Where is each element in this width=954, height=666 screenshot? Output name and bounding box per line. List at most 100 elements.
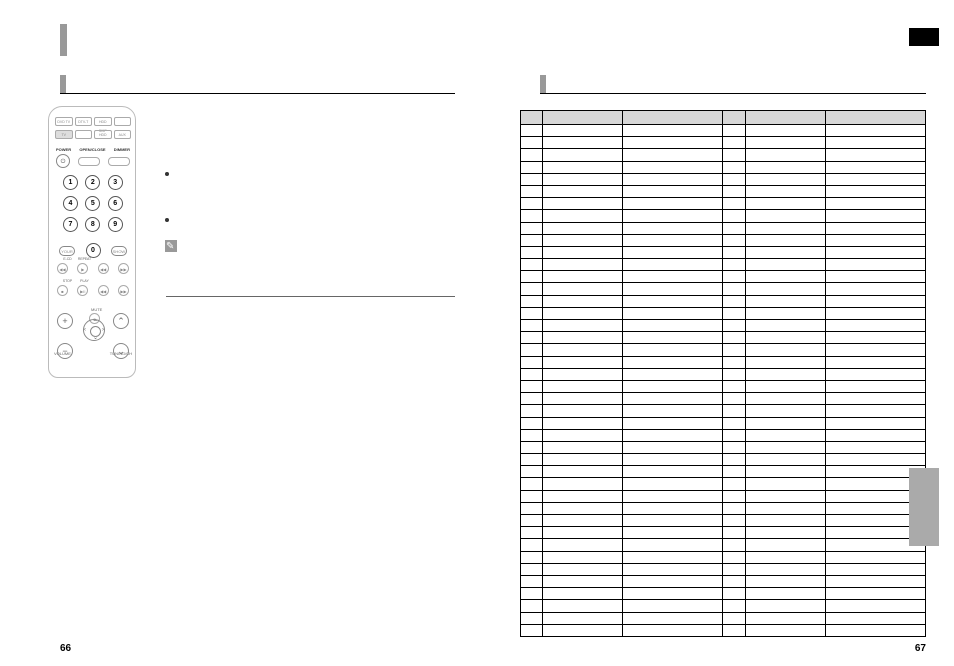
table-cell bbox=[745, 234, 825, 246]
table-cell bbox=[543, 125, 623, 137]
table-cell bbox=[623, 344, 723, 356]
bullet-dot-icon bbox=[165, 172, 169, 176]
table-cell bbox=[623, 356, 723, 368]
table-row bbox=[521, 380, 926, 392]
table-cell bbox=[521, 454, 543, 466]
table-cell bbox=[825, 173, 925, 185]
table-cell bbox=[543, 624, 623, 636]
table-cell bbox=[623, 612, 723, 624]
table-cell bbox=[623, 515, 723, 527]
ch-up-icon: ⌃ bbox=[113, 313, 129, 329]
table-cell bbox=[543, 210, 623, 222]
remote-top-row-1: DVD TV DTV-T HDD SKIP bbox=[55, 117, 131, 126]
table-cell bbox=[745, 502, 825, 514]
table-cell bbox=[723, 210, 745, 222]
table-cell bbox=[521, 551, 543, 563]
note-icon bbox=[165, 240, 177, 252]
table-cell bbox=[745, 149, 825, 161]
table-cell bbox=[825, 222, 925, 234]
th-brand-2 bbox=[745, 111, 825, 125]
table-cell bbox=[825, 344, 925, 356]
table-cell bbox=[723, 429, 745, 441]
table-cell bbox=[825, 125, 925, 137]
table-row bbox=[521, 539, 926, 551]
table-cell bbox=[623, 283, 723, 295]
table-cell bbox=[521, 502, 543, 514]
table-cell bbox=[745, 380, 825, 392]
table-cell bbox=[521, 405, 543, 417]
table-cell bbox=[745, 515, 825, 527]
table-cell bbox=[723, 149, 745, 161]
table-cell bbox=[521, 466, 543, 478]
table-cell bbox=[723, 600, 745, 612]
table-cell bbox=[745, 405, 825, 417]
table-row bbox=[521, 320, 926, 332]
table-cell bbox=[723, 246, 745, 258]
num-8: 8 bbox=[85, 217, 100, 232]
table-row bbox=[521, 588, 926, 600]
table-cell bbox=[723, 441, 745, 453]
remote-numpad: 1 2 3 4 5 6 7 8 9 bbox=[63, 175, 123, 232]
table-cell bbox=[623, 575, 723, 587]
table-cell bbox=[723, 551, 745, 563]
table-cell bbox=[745, 259, 825, 271]
power-label: POWER bbox=[56, 147, 71, 152]
table-cell bbox=[543, 612, 623, 624]
right-section-rule bbox=[540, 93, 926, 94]
table-cell bbox=[745, 210, 825, 222]
table-cell bbox=[723, 527, 745, 539]
table-row bbox=[521, 210, 926, 222]
table-cell bbox=[723, 137, 745, 149]
table-cell bbox=[623, 259, 723, 271]
th-no-1 bbox=[521, 111, 543, 125]
th-no-2 bbox=[723, 111, 745, 125]
table-cell bbox=[745, 198, 825, 210]
remote-zero-row: YOUR 0 SHOW bbox=[59, 243, 127, 258]
table-cell bbox=[825, 307, 925, 319]
table-cell bbox=[745, 429, 825, 441]
table-cell bbox=[825, 441, 925, 453]
table-cell bbox=[623, 502, 723, 514]
table-cell bbox=[623, 295, 723, 307]
table-cell bbox=[723, 502, 745, 514]
num-4: 4 bbox=[63, 196, 78, 211]
table-cell bbox=[623, 527, 723, 539]
table-cell bbox=[623, 161, 723, 173]
table-cell bbox=[745, 417, 825, 429]
table-cell bbox=[723, 380, 745, 392]
mute-label: MUTE bbox=[91, 307, 102, 312]
remote-mid-labels-2: STOP PLAY bbox=[59, 279, 127, 283]
table-cell bbox=[623, 234, 723, 246]
table-cell bbox=[745, 344, 825, 356]
remote-control-block: MUTE VOLUME TUNING/CH ⊘ + ⌃ − ⌄ ⌃ ⌄ ‹ › bbox=[55, 307, 131, 365]
table-cell bbox=[521, 527, 543, 539]
num-6: 6 bbox=[108, 196, 123, 211]
table-cell bbox=[723, 356, 745, 368]
table-cell bbox=[521, 198, 543, 210]
table-cell bbox=[543, 563, 623, 575]
table-cell bbox=[521, 149, 543, 161]
table-cell bbox=[745, 161, 825, 173]
table-cell bbox=[521, 125, 543, 137]
table-cell bbox=[825, 320, 925, 332]
table-row bbox=[521, 259, 926, 271]
table-cell bbox=[745, 490, 825, 502]
table-cell bbox=[521, 380, 543, 392]
table-cell bbox=[623, 137, 723, 149]
num-2: 2 bbox=[85, 175, 100, 190]
table-cell bbox=[543, 429, 623, 441]
table-row bbox=[521, 454, 926, 466]
table-cell bbox=[623, 271, 723, 283]
table-row bbox=[521, 624, 926, 636]
table-cell bbox=[623, 429, 723, 441]
table-cell bbox=[825, 259, 925, 271]
table-cell bbox=[623, 441, 723, 453]
table-cell bbox=[745, 368, 825, 380]
th-brand-1 bbox=[543, 111, 623, 125]
table-cell bbox=[745, 271, 825, 283]
table-row bbox=[521, 307, 926, 319]
remote-mid-row-2: ■ ▶II ◀◀ ▶▶ bbox=[57, 285, 129, 296]
table-cell bbox=[723, 234, 745, 246]
table-cell bbox=[543, 502, 623, 514]
remote-btn: ▶ bbox=[77, 263, 88, 274]
